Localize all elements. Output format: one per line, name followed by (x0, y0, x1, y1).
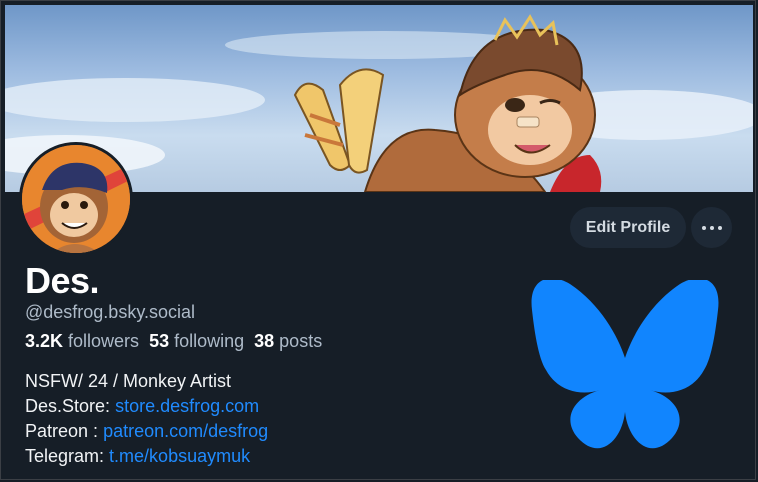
bio-line-1: NSFW/ 24 / Monkey Artist (25, 371, 232, 391)
ellipsis-icon (701, 225, 722, 230)
profile-bio: NSFW/ 24 / Monkey Artist Des.Store: stor… (25, 369, 268, 469)
display-name: Des. (25, 260, 100, 301)
telegram-label: Telegram: (25, 446, 105, 466)
avatar[interactable] (19, 142, 133, 256)
profile-handle: @desfrog.bsky.social (25, 302, 196, 322)
followers-stat[interactable]: 3.2K followers (25, 331, 139, 352)
following-stat[interactable]: 53 following (149, 331, 244, 352)
bluesky-butterfly-logo (531, 280, 719, 449)
store-label: Des.Store: (25, 396, 111, 416)
avatar-illustration (22, 145, 130, 253)
patreon-label: Patreon : (25, 421, 99, 441)
bio-store-line: Des.Store: store.desfrog.com (25, 394, 268, 419)
following-label: following (174, 331, 245, 351)
following-count: 53 (149, 331, 170, 351)
edit-profile-label: Edit Profile (585, 218, 671, 236)
bio-patreon-line: Patreon : patreon.com/desfrog (25, 419, 268, 444)
posts-count: 38 (254, 331, 275, 351)
profile-stats: 3.2K followers 53 following 38 posts (25, 331, 322, 352)
followers-label: followers (68, 331, 140, 351)
bio-telegram-line: Telegram: t.me/kobsuaymuk (25, 444, 268, 469)
more-options-button[interactable] (691, 207, 732, 248)
posts-label: posts (279, 331, 323, 351)
store-link[interactable]: store.desfrog.com (115, 396, 259, 416)
patreon-link[interactable]: patreon.com/desfrog (103, 421, 268, 441)
posts-stat: 38 posts (254, 331, 322, 352)
edit-profile-button[interactable]: Edit Profile (570, 207, 686, 248)
telegram-link[interactable]: t.me/kobsuaymuk (109, 446, 250, 466)
followers-count: 3.2K (25, 331, 64, 351)
